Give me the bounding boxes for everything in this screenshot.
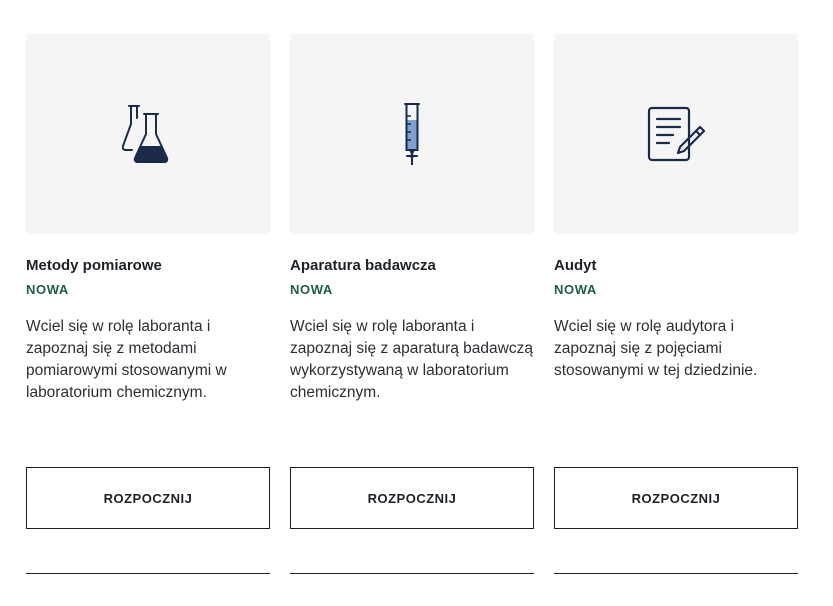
card-thumbnail <box>26 34 270 234</box>
card-title: Aparatura badawcza <box>290 257 436 274</box>
course-card-metody-pomiarowe: Metody pomiarowe NOWA Wciel się w rolę l… <box>26 34 270 574</box>
card-thumbnail <box>554 34 798 234</box>
new-badge: NOWA <box>26 282 69 297</box>
flasks-icon <box>122 102 174 166</box>
card-description: Wciel się w rolę laboranta i zapoznaj si… <box>290 318 533 401</box>
card-description: Wciel się w rolę laboranta i zapoznaj si… <box>26 318 227 401</box>
course-card-audyt: Audyt NOWA Wciel się w rolę audytora i z… <box>554 34 798 574</box>
document-pen-icon <box>647 106 705 162</box>
card-description: Wciel się w rolę audytora i zapoznaj się… <box>554 318 758 379</box>
new-badge: NOWA <box>290 282 333 297</box>
card-title: Audyt <box>554 257 597 274</box>
card-title: Metody pomiarowe <box>26 257 162 274</box>
card-thumbnail <box>290 34 534 234</box>
card-divider <box>290 573 534 574</box>
start-button[interactable]: ROZPOCZNIJ <box>554 467 798 529</box>
course-card-aparatura-badawcza: Aparatura badawcza NOWA Wciel się w rolę… <box>290 34 534 574</box>
start-button[interactable]: ROZPOCZNIJ <box>290 467 534 529</box>
new-badge: NOWA <box>554 282 597 297</box>
burette-icon <box>402 102 422 166</box>
start-button[interactable]: ROZPOCZNIJ <box>26 467 270 529</box>
card-divider <box>554 573 798 574</box>
card-divider <box>26 573 270 574</box>
